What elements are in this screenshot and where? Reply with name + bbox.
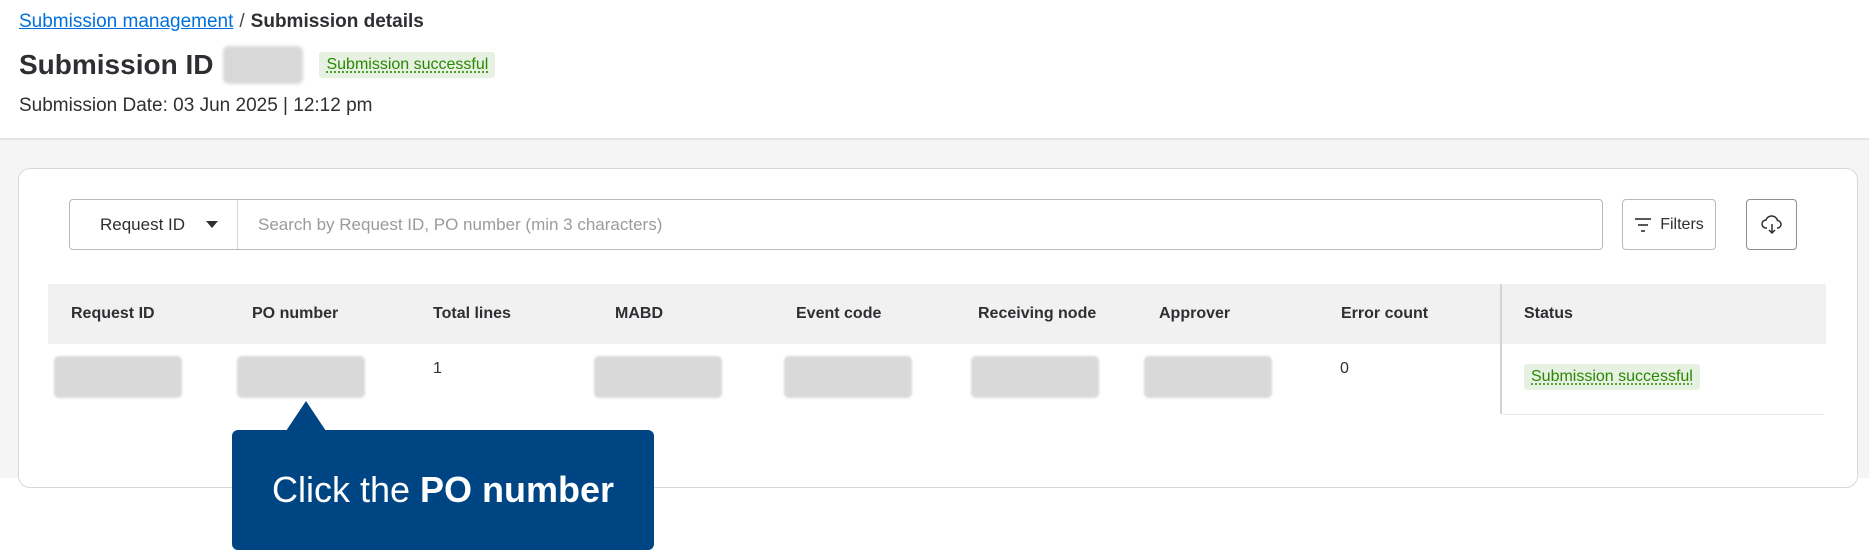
cell-request-id-redacted[interactable] bbox=[54, 356, 182, 398]
column-header-receiving-node[interactable]: Receiving node bbox=[978, 284, 1096, 344]
search-input[interactable] bbox=[238, 200, 1602, 249]
submission-date: Submission Date: 03 Jun 2025 | 12:12 pm bbox=[19, 95, 373, 116]
column-header-total-lines[interactable]: Total lines bbox=[433, 284, 511, 344]
breadcrumb-link-submission-management[interactable]: Submission management bbox=[19, 11, 233, 32]
filter-lines-icon bbox=[1635, 217, 1652, 232]
cloud-download-icon bbox=[1760, 214, 1782, 234]
cell-po-number-redacted[interactable] bbox=[237, 356, 365, 398]
breadcrumb-separator: / bbox=[239, 11, 245, 32]
tooltip-text: Click the bbox=[271, 469, 410, 510]
cell-status-badge: Submission successful bbox=[1524, 364, 1700, 390]
cell-total-lines: 1 bbox=[433, 360, 442, 377]
cell-error-count: 0 bbox=[1340, 360, 1349, 377]
cell-receiving-node-redacted bbox=[971, 356, 1099, 398]
search-bar: Request ID bbox=[69, 199, 1603, 250]
cell-mabd-redacted bbox=[594, 356, 722, 398]
chevron-down-icon bbox=[206, 221, 218, 228]
column-header-status[interactable]: Status bbox=[1524, 284, 1573, 344]
download-button[interactable] bbox=[1746, 199, 1797, 250]
page-header: Submission management / Submission details… bbox=[0, 0, 1869, 140]
search-field-select[interactable]: Request ID bbox=[70, 200, 238, 249]
column-header-po-number[interactable]: PO number bbox=[252, 284, 338, 344]
column-header-mabd[interactable]: MABD bbox=[615, 284, 663, 344]
page-title: Submission ID bbox=[19, 49, 214, 80]
title-row: Submission ID Submission successful bbox=[19, 45, 496, 85]
column-header-event-code[interactable]: Event code bbox=[796, 284, 881, 344]
status-badge: Submission successful bbox=[319, 52, 496, 78]
submission-id-redacted bbox=[223, 46, 304, 84]
cell-event-code-redacted bbox=[784, 356, 912, 398]
breadcrumb: Submission management / Submission details bbox=[19, 10, 424, 34]
breadcrumb-current: Submission details bbox=[250, 11, 424, 32]
tooltip-pointer bbox=[286, 401, 326, 431]
row-divider bbox=[1502, 414, 1824, 415]
cell-approver-redacted bbox=[1144, 356, 1272, 398]
column-header-approver[interactable]: Approver bbox=[1159, 284, 1230, 344]
search-field-select-value: Request ID bbox=[100, 214, 186, 234]
column-header-request-id[interactable]: Request ID bbox=[71, 284, 155, 344]
filters-button[interactable]: Filters bbox=[1622, 199, 1716, 250]
tooltip-emphasis: PO number bbox=[420, 469, 615, 510]
status-column-header-bg: Status bbox=[1502, 284, 1824, 344]
guide-tooltip: Click the PO number bbox=[232, 430, 654, 550]
filters-label: Filters bbox=[1660, 215, 1704, 233]
column-header-error-count[interactable]: Error count bbox=[1341, 284, 1428, 344]
